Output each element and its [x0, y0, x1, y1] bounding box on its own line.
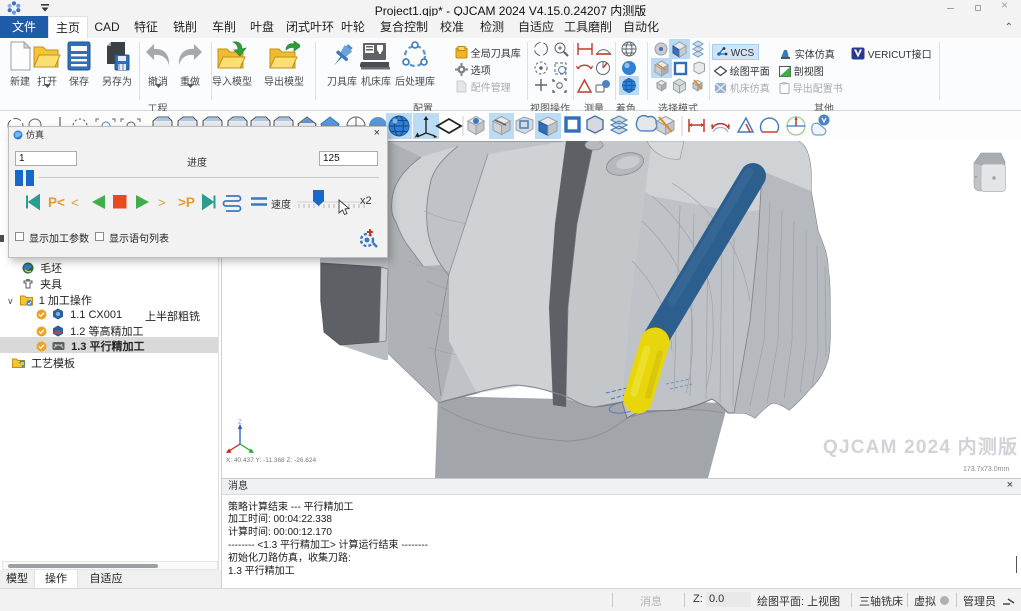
svg-text:>: > — [158, 195, 166, 210]
svg-text:P<: P< — [48, 195, 65, 210]
svg-text:>P: >P — [178, 195, 195, 210]
svg-text:X: 40.437 Y: -11.368 Z: -26.62: X: 40.437 Y: -11.368 Z: -26.624 — [226, 457, 316, 464]
svg-text:<: < — [71, 195, 79, 210]
svg-text:QJCAM 2024 内测版: QJCAM 2024 内测版 — [823, 435, 1018, 458]
svg-text:173.7x73.0mm: 173.7x73.0mm — [963, 466, 1009, 473]
